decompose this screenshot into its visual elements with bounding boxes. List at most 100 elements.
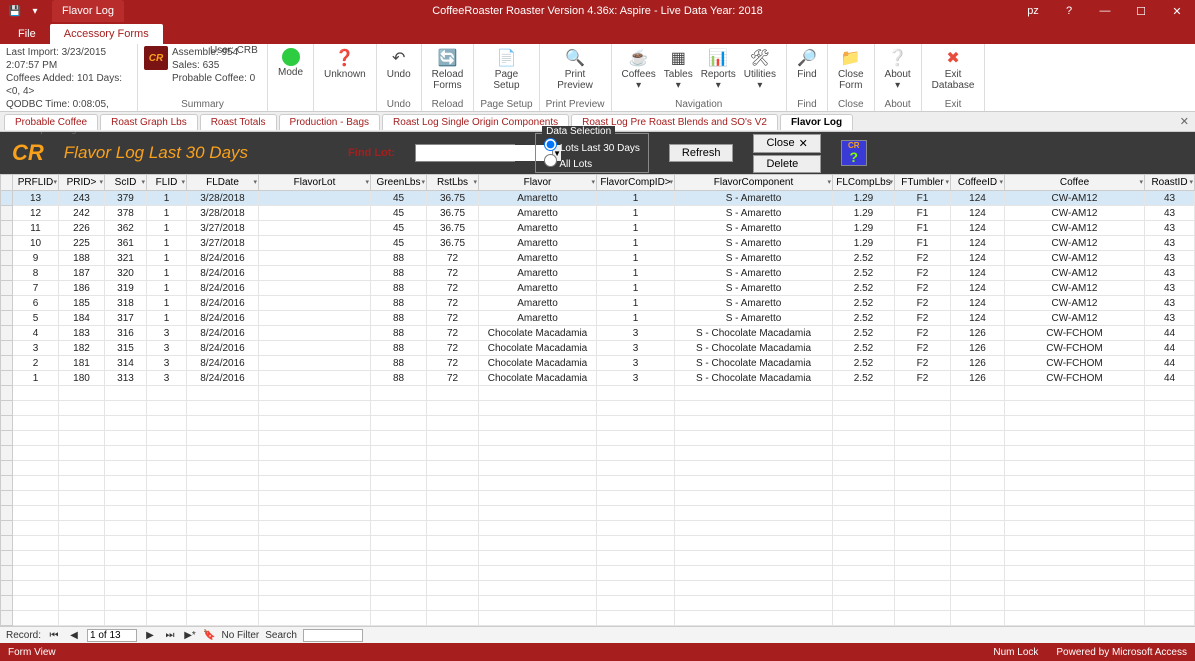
- col-prid[interactable]: PRID>▾: [59, 175, 105, 191]
- cell[interactable]: 185: [59, 296, 105, 311]
- cell[interactable]: CW-AM12: [1005, 191, 1145, 206]
- qat-dropdown-icon[interactable]: ▾: [26, 2, 44, 20]
- cell[interactable]: S - Amaretto: [675, 221, 833, 236]
- cell[interactable]: 1: [597, 311, 675, 326]
- row-selector[interactable]: [1, 281, 13, 296]
- coffees-button[interactable]: ☕Coffees▾: [618, 46, 660, 93]
- cell[interactable]: 3: [147, 341, 187, 356]
- cell[interactable]: 10: [13, 236, 59, 251]
- cell[interactable]: Chocolate Macadamia: [479, 356, 597, 371]
- cell[interactable]: 5: [13, 311, 59, 326]
- cell[interactable]: 8/24/2016: [187, 311, 259, 326]
- cell[interactable]: Chocolate Macadamia: [479, 341, 597, 356]
- table-row[interactable]: 118031338/24/20168872Chocolate Macadamia…: [1, 371, 1195, 386]
- tab-roast-graph-lbs[interactable]: Roast Graph Lbs: [100, 114, 198, 130]
- find-button[interactable]: 🔎Find: [793, 46, 821, 82]
- minimize-icon[interactable]: —: [1087, 0, 1123, 22]
- cell[interactable]: 2.52: [833, 266, 895, 281]
- cell[interactable]: 183: [59, 326, 105, 341]
- cell[interactable]: Amaretto: [479, 206, 597, 221]
- cell[interactable]: 72: [427, 326, 479, 341]
- cell[interactable]: F2: [895, 356, 951, 371]
- cell[interactable]: 1: [597, 236, 675, 251]
- col-ftumbler[interactable]: FTumbler▾: [895, 175, 951, 191]
- utilities-button[interactable]: 🛠Utilities▾: [740, 46, 780, 93]
- row-selector-header[interactable]: [1, 175, 13, 191]
- cell[interactable]: F1: [895, 221, 951, 236]
- cell[interactable]: F2: [895, 281, 951, 296]
- cell[interactable]: 43: [1145, 251, 1195, 266]
- cell[interactable]: 2.52: [833, 326, 895, 341]
- cell[interactable]: CW-AM12: [1005, 266, 1145, 281]
- col-scid[interactable]: ScID▾: [105, 175, 147, 191]
- reports-button[interactable]: 📊Reports▾: [697, 46, 740, 93]
- cell[interactable]: 225: [59, 236, 105, 251]
- refresh-button[interactable]: Refresh: [669, 144, 734, 162]
- row-selector[interactable]: [1, 266, 13, 281]
- cell[interactable]: 72: [427, 251, 479, 266]
- cell[interactable]: Amaretto: [479, 281, 597, 296]
- cell[interactable]: 182: [59, 341, 105, 356]
- col-greenlbs[interactable]: GreenLbs▾: [371, 175, 427, 191]
- row-selector[interactable]: [1, 371, 13, 386]
- cell[interactable]: Amaretto: [479, 236, 597, 251]
- filter-icon[interactable]: ▾: [1189, 178, 1193, 186]
- cell[interactable]: 7: [13, 281, 59, 296]
- cell[interactable]: 43: [1145, 281, 1195, 296]
- col-flavor[interactable]: Flavor▾: [479, 175, 597, 191]
- cell[interactable]: CW-AM12: [1005, 251, 1145, 266]
- tab-roast-totals[interactable]: Roast Totals: [200, 114, 277, 130]
- filter-icon[interactable]: ▾: [421, 178, 425, 186]
- cell[interactable]: 124: [951, 236, 1005, 251]
- filter-icon[interactable]: ▾: [945, 178, 949, 186]
- cell[interactable]: 36.75: [427, 191, 479, 206]
- cell[interactable]: 44: [1145, 356, 1195, 371]
- cell[interactable]: 36.75: [427, 236, 479, 251]
- cell[interactable]: 181: [59, 356, 105, 371]
- row-selector[interactable]: [1, 191, 13, 206]
- cell[interactable]: 3/28/2018: [187, 191, 259, 206]
- record-position-input[interactable]: [87, 629, 137, 642]
- cell[interactable]: 2.52: [833, 251, 895, 266]
- cell[interactable]: Amaretto: [479, 266, 597, 281]
- data-grid[interactable]: PRFLID▾PRID>▾ScID▾FLID▾FLDate▾FlavorLot▾…: [0, 174, 1195, 626]
- filter-icon[interactable]: ▾: [591, 178, 595, 186]
- row-selector[interactable]: [1, 296, 13, 311]
- close-form-button[interactable]: 📁Close Form: [834, 46, 868, 93]
- cell[interactable]: 12: [13, 206, 59, 221]
- cell[interactable]: 72: [427, 371, 479, 386]
- cell[interactable]: 13: [13, 191, 59, 206]
- delete-button[interactable]: Delete: [753, 155, 820, 173]
- radio-all-lots[interactable]: [544, 154, 557, 167]
- cell[interactable]: S - Chocolate Macadamia: [675, 341, 833, 356]
- cell[interactable]: 378: [105, 206, 147, 221]
- cell[interactable]: 242: [59, 206, 105, 221]
- cell[interactable]: 126: [951, 341, 1005, 356]
- cell[interactable]: 1: [147, 281, 187, 296]
- cell[interactable]: 43: [1145, 221, 1195, 236]
- cell[interactable]: 187: [59, 266, 105, 281]
- tab-roast-log-single-origin[interactable]: Roast Log Single Origin Components: [382, 114, 569, 130]
- cell[interactable]: 1: [147, 311, 187, 326]
- cell[interactable]: 45: [371, 236, 427, 251]
- tables-button[interactable]: ▦Tables▾: [660, 46, 697, 93]
- cell[interactable]: 361: [105, 236, 147, 251]
- cell[interactable]: 226: [59, 221, 105, 236]
- nav-last-icon[interactable]: ⏭: [163, 630, 177, 641]
- cell[interactable]: 3: [597, 371, 675, 386]
- cell[interactable]: 88: [371, 311, 427, 326]
- filter-icon[interactable]: 🔖: [203, 630, 215, 641]
- cell[interactable]: 72: [427, 311, 479, 326]
- cell[interactable]: 3: [13, 341, 59, 356]
- filter-icon[interactable]: ▾: [141, 178, 145, 186]
- cell[interactable]: 2.52: [833, 356, 895, 371]
- nav-new-icon[interactable]: ▶*: [183, 630, 197, 641]
- table-row[interactable]: 618531818/24/20168872Amaretto1S - Amaret…: [1, 296, 1195, 311]
- cell[interactable]: F2: [895, 341, 951, 356]
- filter-icon[interactable]: ▾: [889, 178, 893, 186]
- cell[interactable]: 43: [1145, 296, 1195, 311]
- row-selector[interactable]: [1, 326, 13, 341]
- cell[interactable]: 88: [371, 341, 427, 356]
- cell[interactable]: Chocolate Macadamia: [479, 371, 597, 386]
- table-row[interactable]: 318231538/24/20168872Chocolate Macadamia…: [1, 341, 1195, 356]
